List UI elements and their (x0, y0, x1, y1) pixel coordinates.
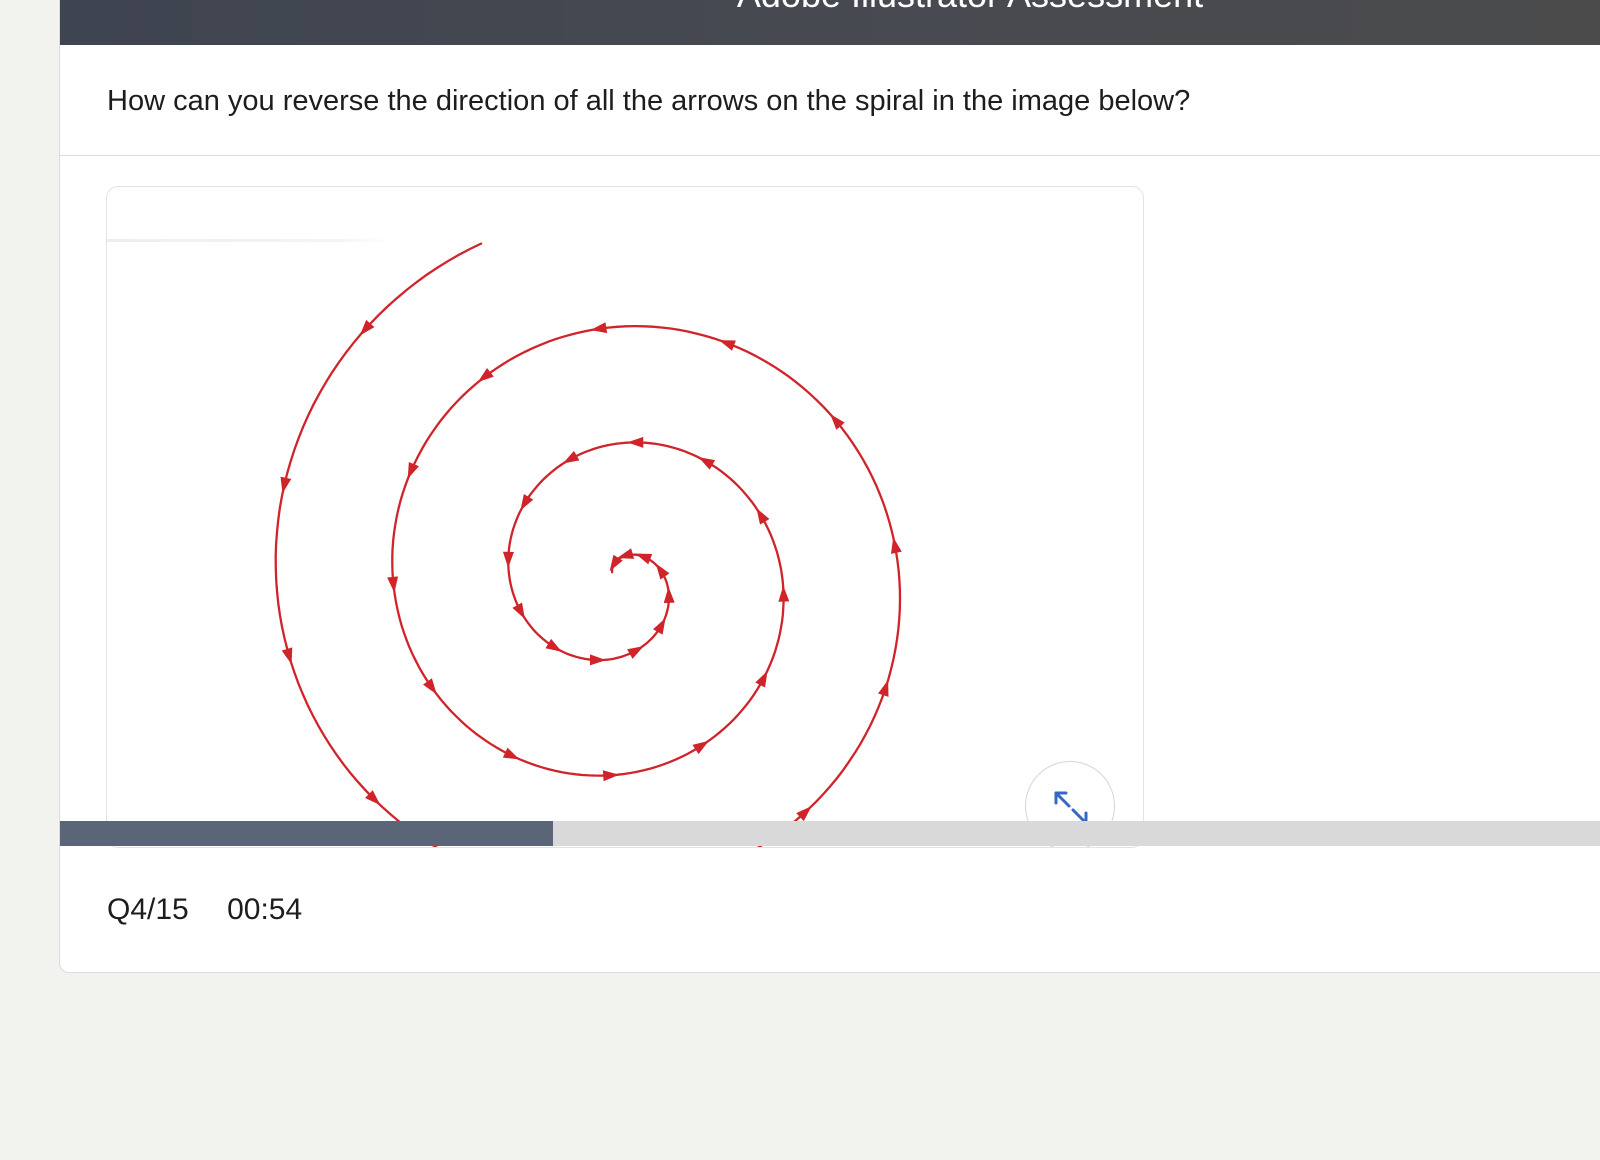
arrowhead-26 (520, 493, 534, 511)
arrowhead-9 (890, 537, 902, 554)
arrowhead-28 (512, 602, 525, 620)
arrowhead-22 (756, 508, 770, 525)
question-image-frame (106, 186, 1144, 848)
arrowhead-21 (778, 585, 790, 602)
footer-info: Q4/15 00:54 (107, 890, 302, 930)
arrowhead-30 (589, 654, 606, 666)
arrowhead-17 (502, 747, 520, 760)
arrowhead-29 (545, 638, 563, 652)
progress-bar-fill (60, 821, 554, 846)
assessment-card: Adobe Illustrator Assessment How can you… (59, 0, 1600, 973)
arrowhead-2 (280, 476, 292, 494)
timer: 00:54 (227, 893, 303, 926)
arrowhead-14 (407, 462, 419, 479)
arrowhead-15 (387, 576, 399, 593)
arrowhead-31 (627, 646, 644, 659)
arrowhead-24 (627, 436, 644, 448)
assessment-title: Adobe Illustrator Assessment (737, 0, 1203, 17)
divider (60, 155, 1600, 156)
arrowhead-18 (602, 770, 620, 782)
arrowhead-11 (718, 340, 736, 351)
arrowhead-33 (663, 586, 675, 604)
arrowhead-20 (755, 670, 768, 688)
arrowhead-group (280, 319, 902, 822)
arrowhead-8 (878, 679, 889, 697)
spiral-path (274, 242, 902, 847)
arrowhead-25 (562, 450, 580, 464)
arrowhead-35 (635, 553, 653, 565)
question-counter: Q4/15 (107, 893, 189, 926)
arrowhead-19 (692, 740, 709, 755)
arrowhead-32 (652, 617, 666, 635)
header-bar: Adobe Illustrator Assessment (60, 0, 1600, 45)
arrowhead-27 (502, 551, 514, 568)
arrowhead-3 (281, 647, 293, 665)
arrowhead-23 (698, 457, 716, 470)
spiral-illustration (274, 242, 902, 847)
progress-bar (60, 821, 1600, 846)
question-text: How can you reverse the direction of all… (107, 85, 1191, 117)
